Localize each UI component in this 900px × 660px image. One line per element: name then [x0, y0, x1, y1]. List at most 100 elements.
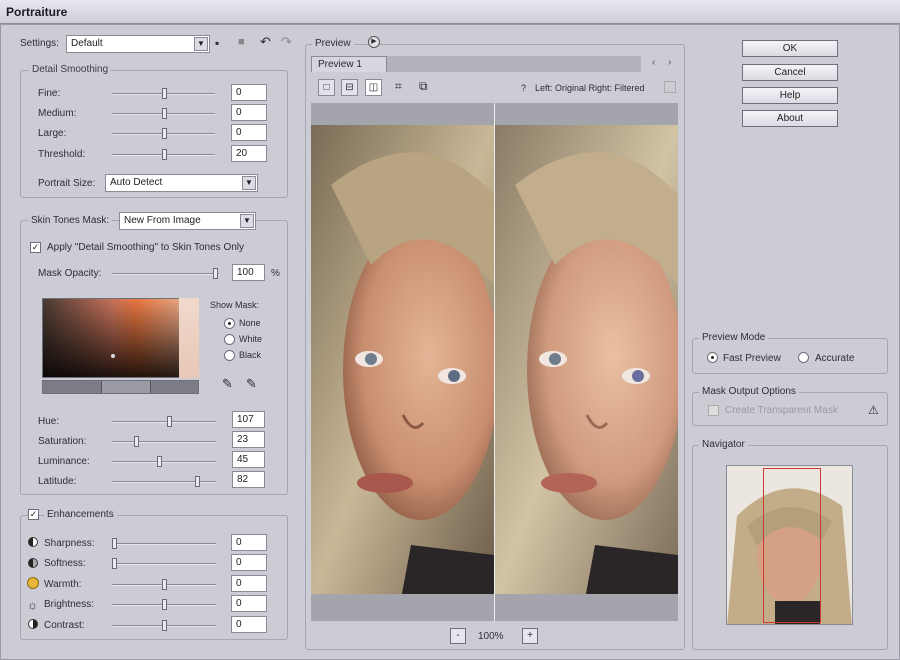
medium-value[interactable]: 0 — [231, 104, 267, 121]
undo-icon[interactable]: ↶ — [260, 34, 271, 50]
slider-thumb[interactable] — [133, 436, 139, 447]
save-icon[interactable]: ▪ — [215, 36, 219, 50]
accurate-radio[interactable] — [798, 352, 809, 363]
transparent-mask-checkbox[interactable] — [708, 405, 719, 416]
color-picker-marker[interactable] — [111, 354, 115, 358]
preview-image-area[interactable] — [311, 103, 678, 621]
threshold-value[interactable]: 20 — [231, 145, 267, 162]
portrait-size-select[interactable]: Auto Detect ▼ — [105, 174, 258, 192]
navigator-thumbnail[interactable] — [726, 465, 853, 625]
slider-thumb[interactable] — [162, 620, 167, 631]
threshold-slider[interactable] — [112, 149, 215, 161]
contrast-value[interactable]: 0 — [231, 616, 267, 633]
hue-range-handle[interactable] — [101, 381, 151, 393]
enhancements-checkbox[interactable]: ✓ — [28, 509, 39, 520]
swap-icon[interactable] — [664, 81, 676, 93]
window-title: Portraiture — [6, 5, 68, 19]
contrast-icon — [28, 619, 38, 629]
fine-value[interactable]: 0 — [231, 84, 267, 101]
medium-slider[interactable] — [112, 108, 215, 120]
eyedropper-plus-icon[interactable]: ✎ — [246, 376, 257, 392]
luminance-value[interactable]: 45 — [232, 451, 265, 468]
mask-opacity-unit: % — [271, 268, 280, 279]
luminance-strip[interactable] — [179, 298, 199, 378]
chevron-down-icon: ▼ — [242, 176, 256, 190]
skin-tones-select[interactable]: New From Image ▼ — [119, 212, 256, 230]
sharpness-slider[interactable] — [112, 538, 216, 550]
latitude-value[interactable]: 82 — [232, 471, 265, 488]
hue-label: Hue: — [38, 416, 60, 427]
mask-opacity-value[interactable]: 100 — [232, 264, 265, 281]
slider-thumb[interactable] — [162, 599, 167, 610]
slider-thumb[interactable] — [167, 416, 173, 427]
split-caption: Left: Original Right: Filtered — [535, 83, 645, 93]
skin-color-field[interactable] — [42, 298, 199, 378]
redo-icon[interactable]: ↷ — [281, 34, 292, 50]
settings-value: Default — [71, 38, 103, 49]
portrait-size-label: Portrait Size: — [38, 178, 96, 189]
large-slider[interactable] — [112, 128, 215, 140]
softness-value[interactable]: 0 — [231, 554, 267, 571]
preview-mode-title: Preview Mode — [699, 332, 769, 343]
filtered-image — [495, 125, 678, 594]
hue-range-bar[interactable] — [42, 380, 199, 394]
saturation-value[interactable]: 23 — [232, 431, 265, 448]
fine-slider[interactable] — [112, 88, 215, 100]
cancel-button[interactable]: Cancel — [742, 64, 838, 81]
saturation-label: Saturation: — [38, 436, 87, 447]
slider-thumb[interactable] — [112, 558, 118, 569]
zoom-in-button[interactable]: + — [522, 628, 538, 644]
slider-thumb[interactable] — [161, 108, 167, 119]
preview-menu-icon[interactable]: ▶ — [368, 36, 380, 48]
sharpness-value[interactable]: 0 — [231, 534, 267, 551]
settings-select[interactable]: Default ▼ — [66, 35, 210, 53]
warmth-slider[interactable] — [112, 579, 216, 591]
tab-prev-icon[interactable]: ‹ — [652, 57, 655, 68]
split-horizontal-icon[interactable]: ⊟ — [341, 79, 358, 96]
contrast-slider[interactable] — [112, 620, 216, 632]
about-button[interactable]: About — [742, 110, 838, 127]
fast-preview-label: Fast Preview — [723, 353, 781, 364]
preview-group-label: Preview — [312, 38, 354, 49]
single-view-icon[interactable]: □ — [318, 79, 335, 96]
slider-thumb[interactable] — [112, 538, 118, 549]
slider-thumb[interactable] — [161, 149, 167, 160]
slider-thumb[interactable] — [162, 579, 167, 590]
slider-thumb[interactable] — [161, 128, 167, 139]
softness-label: Softness: — [44, 558, 86, 569]
saturation-slider[interactable] — [112, 436, 216, 448]
fast-preview-radio[interactable] — [707, 352, 718, 363]
slider-thumb[interactable] — [156, 456, 162, 467]
brightness-slider[interactable] — [112, 599, 216, 611]
slider-thumb[interactable] — [161, 88, 167, 99]
luminance-slider[interactable] — [112, 456, 216, 468]
warmth-icon — [27, 577, 39, 589]
brightness-value[interactable]: 0 — [231, 595, 267, 612]
slider-thumb[interactable] — [195, 476, 201, 487]
tab-preview-1[interactable]: Preview 1 — [311, 56, 387, 72]
show-mask-black-radio[interactable] — [224, 350, 235, 361]
tab-next-icon[interactable]: › — [668, 57, 671, 68]
mask-opacity-slider[interactable] — [112, 268, 219, 280]
compare-icon[interactable]: ⧉ — [419, 79, 428, 94]
mask-output-title: Mask Output Options — [699, 386, 799, 397]
hue-value[interactable]: 107 — [232, 411, 265, 428]
apply-to-skin-checkbox[interactable]: ✓ — [30, 242, 41, 253]
navigator-viewport[interactable] — [763, 468, 821, 623]
zoom-out-button[interactable]: - — [450, 628, 466, 644]
large-value[interactable]: 0 — [231, 124, 267, 141]
slider-thumb[interactable] — [212, 268, 218, 279]
warmth-value[interactable]: 0 — [231, 575, 267, 592]
eyedropper-icon[interactable]: ✎ — [222, 376, 233, 392]
latitude-slider[interactable] — [112, 476, 216, 488]
softness-slider[interactable] — [112, 558, 216, 570]
skin-tones-select-value: New From Image — [124, 215, 201, 226]
ok-button[interactable]: OK — [742, 40, 838, 57]
split-vertical-icon[interactable]: ◫ — [365, 79, 382, 96]
help-button[interactable]: Help — [742, 87, 838, 104]
preview-options-icon[interactable]: ⌗ — [395, 79, 402, 94]
show-mask-white-radio[interactable] — [224, 334, 235, 345]
hue-slider[interactable] — [112, 416, 216, 428]
show-mask-none-radio[interactable] — [224, 318, 235, 329]
delete-icon[interactable]: ■ — [238, 36, 245, 48]
